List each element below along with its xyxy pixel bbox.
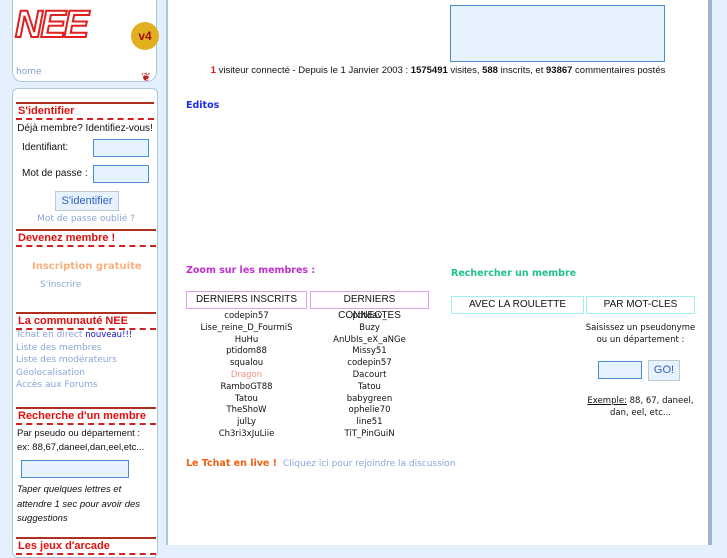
member-link[interactable]: Dragon [186, 370, 307, 382]
username-input[interactable] [93, 139, 149, 157]
main-content: 1 visiteur connecté - Depuis le 1 Janvie… [166, 0, 712, 545]
home-link[interactable]: home [16, 67, 42, 77]
logo[interactable]: NEE [14, 3, 90, 47]
member-link[interactable]: ptidom88 [186, 346, 307, 358]
member-link[interactable]: TheShoW [186, 405, 307, 417]
tab-keywords[interactable]: PAR MOT-CLES [586, 296, 695, 314]
side-search-example: ex: 88,67,daneel,dan,eel,etc... [17, 442, 145, 453]
side-search-help: Par pseudo ou département : [17, 428, 141, 439]
chat-title: Le Tchat en live ! [186, 458, 277, 469]
forums-link[interactable]: Accès aux Forums [16, 379, 132, 392]
tab-roulette[interactable]: AVEC LA ROULETTE [451, 296, 584, 314]
side-search-hint: Taper quelques lettres et attendre 1 sec… [17, 484, 141, 524]
zoom-title: Zoom sur les membres : [186, 265, 316, 276]
join-chat-link[interactable]: Cliquez ici pour rejoindre la discussion [283, 459, 456, 469]
search-example: Exemple: 88, 67, daneel, dan, eel, etc... [587, 396, 694, 418]
site-logo-panel: NEE v4 home ❦ [12, 0, 159, 84]
side-search-title: Recherche d'un membre [16, 407, 156, 425]
members-list-link[interactable]: Liste des membres [16, 342, 132, 355]
member-link[interactable]: julLy [186, 417, 307, 429]
member-link[interactable]: Tatou [310, 382, 429, 394]
member-link[interactable]: Ch3ri3xJuLiie [186, 429, 307, 441]
editos-title: Editos [186, 100, 220, 111]
sidebar: S'identifier Déjà membre? Identifiez-vou… [12, 88, 158, 558]
moderators-list-link[interactable]: Liste des modérateurs [16, 354, 132, 367]
forgot-password-link[interactable]: Mot de passe oublié ? [13, 214, 159, 224]
signup-link[interactable]: S'inscrire [40, 280, 81, 290]
free-signup-link[interactable]: Inscription gratuite [32, 261, 142, 272]
holly-icon: ❦ [141, 70, 152, 84]
member-search-title: Rechercher un membre [451, 268, 577, 279]
geolocation-link[interactable]: Géolocalisation [16, 367, 132, 380]
tab-new-members[interactable]: DERNIERS INSCRITS [186, 291, 307, 309]
go-button[interactable]: GO! [648, 360, 680, 381]
member-link[interactable]: AnUbIs_eX_aNGe [310, 335, 429, 347]
password-input[interactable] [93, 165, 149, 183]
tab-connected-members[interactable]: DERNIERS CONNECTES [310, 291, 429, 321]
site-stats: 1 visiteur connecté - Depuis le 1 Janvie… [210, 65, 666, 76]
login-button[interactable]: S'identifier [55, 191, 119, 211]
member-link[interactable]: squalou [186, 358, 307, 370]
member-link[interactable]: codepin57 [310, 358, 429, 370]
community-title: La communauté NEE [16, 312, 156, 330]
member-link[interactable]: RamboGT88 [186, 382, 307, 394]
member-link[interactable]: codepin57 [186, 311, 307, 323]
member-link[interactable]: HuHu [186, 335, 307, 347]
member-link[interactable]: line51 [310, 417, 429, 429]
member-link[interactable]: TiT_PinGuiN [310, 429, 429, 441]
join-title: Devenez membre ! [16, 229, 156, 247]
member-link[interactable]: Tatou [186, 394, 307, 406]
member-link[interactable]: babygreen [310, 394, 429, 406]
member-search-input[interactable] [598, 361, 642, 379]
new-badge: nouveau!!! [85, 330, 133, 340]
banner-box [450, 5, 665, 62]
member-link[interactable]: Buzy [310, 323, 429, 335]
password-label: Mot de passe : [22, 168, 88, 179]
login-title: S'identifier [16, 102, 154, 120]
username-label: Identifiant: [22, 142, 69, 153]
ornament-badge: v4 [131, 22, 159, 50]
new-members-list: codepin57 Lise_reine_D_FourmiS HuHu ptidom8… [186, 311, 307, 441]
member-link[interactable]: Missy51 [310, 346, 429, 358]
side-search-input[interactable] [21, 460, 129, 478]
arcade-title: Les jeux d'arcade [16, 537, 156, 555]
member-link[interactable]: ophelie70 [310, 405, 429, 417]
login-intro: Déjà membre? Identifiez-vous! [17, 123, 153, 134]
connected-members-list: ptitdav_ Buzy AnUbIs_eX_aNGe Missy51 codepin… [310, 311, 429, 441]
member-link[interactable]: ptitdav_ [310, 311, 429, 323]
member-link[interactable]: Lise_reine_D_FourmiS [186, 323, 307, 335]
search-prompt: Saisissez un pseudonyme ou un département… [585, 323, 696, 345]
member-link[interactable]: Dacourt [310, 370, 429, 382]
chat-link[interactable]: Tchat en direct [16, 330, 82, 340]
